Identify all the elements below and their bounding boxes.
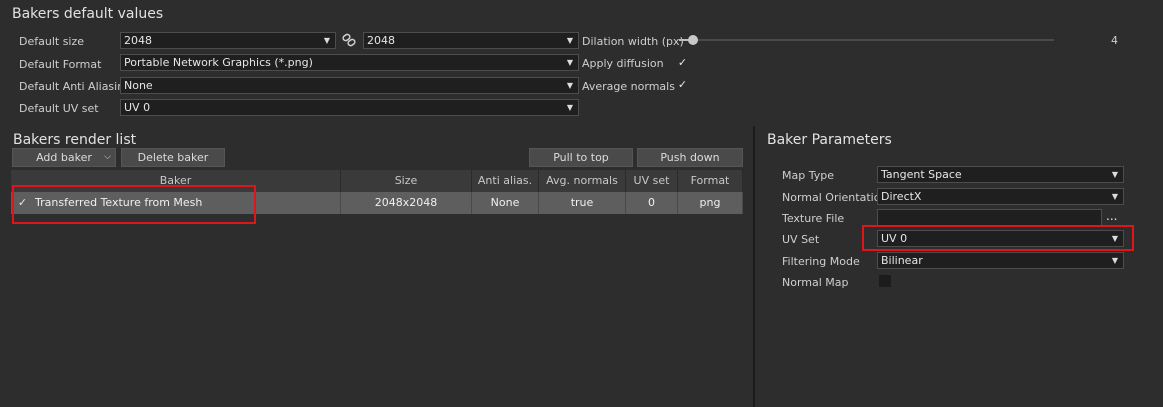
default-aa-label: Default Anti Aliasing — [19, 80, 132, 93]
default-format-value: Portable Network Graphics (*.png) — [124, 56, 313, 69]
default-aa-value: None — [124, 79, 153, 92]
chevron-down-icon: ▼ — [566, 36, 573, 45]
chevron-down-icon: ⌵ — [104, 152, 111, 162]
column-header-anti-alias[interactable]: Anti alias. — [472, 170, 539, 192]
renderlist-title: Bakers render list — [13, 132, 137, 148]
filtering-mode-value: Bilinear — [881, 254, 923, 267]
link-icon[interactable] — [341, 33, 357, 47]
column-header-size[interactable]: Size — [341, 170, 472, 192]
map-type-select[interactable]: Tangent Space ▼ — [877, 166, 1124, 183]
column-header-avg-normals[interactable]: Avg. normals — [539, 170, 626, 192]
chevron-down-icon: ▼ — [566, 103, 573, 112]
default-size-height-value: 2048 — [367, 34, 395, 47]
default-size-height-select[interactable]: 2048 ▼ — [363, 32, 579, 49]
apply-diffusion-checkbox[interactable]: ✓ — [676, 56, 689, 69]
normal-map-label: Normal Map — [782, 276, 849, 289]
default-format-select[interactable]: Portable Network Graphics (*.png) ▼ — [120, 54, 579, 71]
default-aa-select[interactable]: None ▼ — [120, 77, 579, 94]
default-uv-label: Default UV set — [19, 102, 99, 115]
add-baker-button[interactable]: Add baker ⌵ — [12, 148, 116, 167]
map-type-label: Map Type — [782, 169, 834, 182]
highlight-box-uv-set — [862, 225, 1134, 251]
add-baker-label: Add baker — [36, 151, 92, 164]
table-row-size-cell[interactable]: 2048x2048 — [341, 192, 472, 214]
table-row-format-cell[interactable]: png — [678, 192, 743, 214]
map-type-value: Tangent Space — [881, 168, 962, 181]
normal-map-checkbox[interactable] — [879, 275, 891, 287]
dilation-slider-handle[interactable] — [688, 35, 699, 45]
normal-orientation-value: DirectX — [881, 190, 922, 203]
browse-button[interactable]: ... — [1106, 209, 1117, 223]
chevron-down-icon: ▼ — [1111, 170, 1118, 179]
uv-set-label: UV Set — [782, 233, 820, 246]
params-title: Baker Parameters — [767, 132, 892, 148]
chevron-down-icon: ▼ — [1111, 256, 1118, 265]
highlight-box-baker — [12, 185, 256, 224]
dilation-slider-track — [679, 39, 1054, 41]
chevron-down-icon: ▼ — [1111, 192, 1118, 201]
table-row-aa-cell[interactable]: None — [472, 192, 539, 214]
texture-file-label: Texture File — [782, 212, 845, 225]
filtering-mode-label: Filtering Mode — [782, 255, 860, 268]
default-size-label: Default size — [19, 35, 85, 48]
filtering-mode-select[interactable]: Bilinear ▼ — [877, 252, 1124, 269]
table-row-uv-cell[interactable]: 0 — [626, 192, 678, 214]
texture-file-input[interactable] — [877, 209, 1102, 226]
table-row-avg-cell[interactable]: true — [539, 192, 626, 214]
default-size-width-value: 2048 — [124, 34, 152, 47]
default-format-label: Default Format — [19, 58, 102, 71]
default-uv-value: UV 0 — [124, 101, 151, 114]
dilation-label: Dilation width (px) — [582, 35, 684, 48]
normal-orientation-label: Normal Orientation — [782, 191, 888, 204]
delete-baker-button[interactable]: Delete baker — [121, 148, 225, 167]
normal-orientation-select[interactable]: DirectX ▼ — [877, 188, 1124, 205]
defaults-title: Bakers default values — [12, 6, 164, 22]
pull-to-top-button[interactable]: Pull to top — [529, 148, 633, 167]
chevron-down-icon: ▼ — [566, 81, 573, 90]
dilation-value: 4 — [1111, 34, 1118, 47]
default-size-width-select[interactable]: 2048 ▼ — [120, 32, 336, 49]
average-normals-label: Average normals — [582, 80, 675, 93]
apply-diffusion-label: Apply diffusion — [582, 57, 664, 70]
panel-splitter[interactable] — [753, 126, 755, 407]
default-uv-select[interactable]: UV 0 ▼ — [120, 99, 579, 116]
dilation-slider[interactable] — [679, 34, 1054, 46]
chevron-down-icon: ▼ — [566, 58, 573, 67]
column-header-uv-set[interactable]: UV set — [626, 170, 678, 192]
chevron-down-icon: ▼ — [323, 36, 330, 45]
column-header-format[interactable]: Format — [678, 170, 743, 192]
push-down-button[interactable]: Push down — [637, 148, 743, 167]
average-normals-checkbox[interactable]: ✓ — [676, 78, 689, 91]
